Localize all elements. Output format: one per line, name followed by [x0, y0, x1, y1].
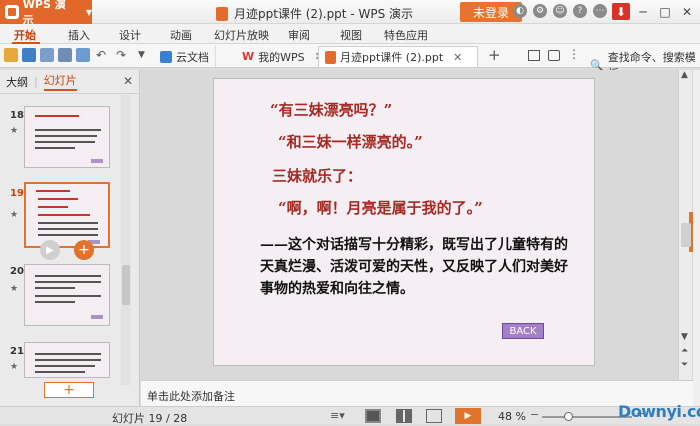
settings-icon[interactable]: ⚙ [533, 4, 547, 18]
tab-slides[interactable]: 幻灯片 [43, 72, 77, 91]
panel-scrollbar[interactable] [121, 95, 131, 385]
more-options-icon[interactable]: ⋮ [568, 47, 580, 61]
wps-w-icon: W [242, 50, 255, 63]
title-bar: WPS 演示 ▼ 月迹ppt课件 (2).ppt - WPS 演示 未登录 ◐ … [0, 0, 700, 27]
watermark: Downyi.com [618, 402, 700, 421]
ribbon-menu: 开始 插入 设计 动画 幻灯片放映 审阅 视图 特色应用 [0, 24, 700, 44]
scroll-down-icon[interactable]: ▼ [681, 332, 688, 342]
menu-animation[interactable]: 动画 [170, 27, 192, 43]
print-icon[interactable] [58, 48, 72, 62]
zoom-out-icon[interactable]: − [530, 408, 539, 421]
ppt-file-icon [216, 6, 228, 21]
thumbnail-number: 18 [10, 110, 24, 121]
slide-thumbnail-21[interactable] [24, 342, 110, 378]
play-slide-icon[interactable]: ▶ [40, 240, 60, 260]
menu-download-icon[interactable]: ⬇ [612, 3, 630, 20]
status-bar: 幻灯片 19 / 28 ≡▾ ▶ 48 % − + [0, 406, 700, 425]
minimize-icon[interactable]: ─ [634, 3, 652, 20]
scroll-thumb[interactable] [681, 223, 691, 247]
wps-app-menu-button[interactable]: WPS 演示 ▼ [0, 0, 92, 27]
previous-slide-icon[interactable]: ⏶ [681, 346, 688, 356]
window-title: 月迹ppt课件 (2).ppt - WPS 演示 [216, 5, 413, 22]
close-tab-icon[interactable]: ✕ [453, 51, 462, 64]
slide-body-text: ——这个对话描写十分精彩，既写出了儿童特有的天真烂漫、活泼可爱的天性，又反映了人… [260, 237, 568, 297]
slide-dialog-line-3: 三妹就乐了： [272, 167, 363, 185]
thumbnail-number: 21 [10, 346, 24, 357]
skin-icon[interactable]: ◐ [513, 4, 527, 18]
animation-star-icon: ★ [10, 126, 19, 136]
menu-review[interactable]: 审阅 [288, 27, 310, 43]
new-slide-button[interactable]: + [44, 382, 94, 398]
customize-chevron-icon[interactable]: ▼ [138, 50, 152, 64]
window-controls: ⬇ ─ □ ✕ [612, 3, 696, 20]
menu-view[interactable]: 视图 [340, 27, 362, 43]
tab-label: 云文档 [176, 50, 209, 64]
menu-insert[interactable]: 插入 [68, 27, 90, 43]
slide-thumbnail-18[interactable] [24, 106, 110, 168]
add-slide-icon[interactable]: + [74, 240, 94, 260]
tab-label: 我的WPS [258, 50, 305, 64]
document-title: 月迹ppt课件 (2).ppt - WPS 演示 [234, 7, 413, 21]
thumbnail-number: 20 [10, 266, 24, 277]
quick-access-toolbar: ↶ ↷ ▼ 云文档 W 我的WPS ✕ 月迹ppt课件 (2).ppt ✕ + … [0, 44, 700, 80]
menu-home[interactable]: 开始 [14, 27, 36, 43]
titlebar-tools: ◐ ⚙ ☺ ? ⋯ [513, 4, 607, 18]
slide-dialog-line-2: “和三妹一样漂亮的。” [278, 133, 423, 151]
maximize-icon[interactable]: □ [656, 3, 674, 20]
reading-view-icon[interactable] [426, 409, 442, 423]
more-icon[interactable]: ⋯ [593, 4, 607, 18]
slide-dialog-line-4: “啊，啊！月亮是属于我的了。” [278, 199, 483, 217]
close-panel-icon[interactable]: ✕ [123, 74, 133, 88]
slide-thumbnail-20[interactable] [24, 264, 110, 326]
menu-slideshow[interactable]: 幻灯片放映 [214, 27, 269, 43]
tab-cloud-docs[interactable]: 云文档 [154, 46, 216, 67]
save-icon[interactable] [22, 48, 36, 62]
zoom-slider-thumb[interactable] [564, 412, 573, 421]
canvas-scrollbar[interactable]: ▲ ▼ ⏶ ⏷ [678, 70, 693, 380]
open-icon[interactable] [4, 48, 18, 62]
new-tab-icon[interactable]: + [488, 46, 501, 64]
animation-star-icon: ★ [10, 284, 19, 294]
next-slide-icon[interactable]: ⏷ [681, 360, 688, 370]
scroll-thumb[interactable] [122, 265, 130, 305]
export-icon[interactable] [40, 48, 54, 62]
tab-document[interactable]: 月迹ppt课件 (2).ppt ✕ [318, 46, 478, 67]
panel-tabs: 大纲 | 幻灯片 [0, 70, 139, 94]
feedback-icon[interactable]: ☺ [553, 4, 567, 18]
scroll-up-icon[interactable]: ▲ [681, 70, 688, 80]
chevron-down-icon: ▼ [85, 7, 92, 17]
slide-dialog-line-1: “有三妹漂亮吗？” [270, 101, 393, 119]
help-icon[interactable]: ? [573, 4, 587, 18]
animation-star-icon: ★ [10, 362, 19, 372]
tab-outline[interactable]: 大纲 [6, 74, 28, 90]
redo-icon[interactable]: ↷ [116, 48, 130, 62]
notes-area[interactable]: 单击此处添加备注 [141, 380, 693, 406]
current-slide[interactable]: “有三妹漂亮吗？” “和三妹一样漂亮的。” 三妹就乐了： “啊，啊！月亮是属于我… [213, 78, 595, 366]
slide-thumbnail-19[interactable] [24, 182, 110, 248]
normal-view-icon[interactable] [365, 409, 381, 423]
wps-logo-icon [5, 5, 19, 19]
menu-features[interactable]: 特色应用 [384, 27, 428, 43]
close-icon[interactable]: ✕ [678, 3, 696, 20]
window-icon[interactable] [548, 50, 560, 61]
ppt-file-icon [325, 50, 336, 64]
slides-panel: 大纲 | 幻灯片 ✕ 18 ★ 19 ★ ▶ + 20 ★ 21 ★ [0, 70, 140, 406]
tab-label: 月迹ppt课件 (2).ppt [340, 51, 444, 64]
slide-canvas: “有三妹漂亮吗？” “和三妹一样漂亮的。” 三妹就乐了： “啊，啊！月亮是属于我… [141, 70, 693, 380]
animation-star-icon: ★ [10, 210, 19, 220]
sorter-view-icon[interactable] [396, 409, 412, 423]
menu-design[interactable]: 设计 [119, 27, 141, 43]
notes-toggle-icon[interactable]: ≡▾ [330, 409, 346, 423]
zoom-level: 48 % [498, 410, 526, 423]
tab-my-wps[interactable]: W 我的WPS ✕ [236, 46, 331, 67]
thumbnail-number: 19 [10, 188, 24, 199]
back-button[interactable]: BACK [502, 323, 544, 339]
layout-icon[interactable] [528, 50, 540, 61]
preview-icon[interactable] [76, 48, 90, 62]
undo-icon[interactable]: ↶ [96, 48, 110, 62]
slideshow-play-button[interactable]: ▶ [455, 408, 481, 424]
cloud-docs-icon [160, 50, 172, 63]
